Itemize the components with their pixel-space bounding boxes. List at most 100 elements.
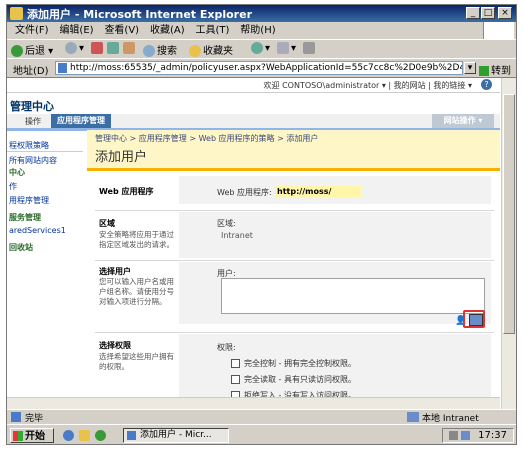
- refresh-icon: [107, 42, 119, 54]
- zone-field-label: 区域:: [217, 219, 236, 228]
- tray-volume-icon[interactable]: [461, 431, 470, 440]
- minimize-button[interactable]: _: [466, 7, 480, 19]
- perms-section-label: 选择权限: [99, 341, 131, 350]
- site-actions-menu[interactable]: 网站操作 ▾: [432, 114, 494, 128]
- maximize-button[interactable]: □: [481, 7, 495, 19]
- webapp-selector[interactable]: http://moss/: [275, 186, 361, 197]
- menu-file[interactable]: 文件(F): [15, 22, 49, 39]
- nav-item-recycle-bin[interactable]: 回收站: [9, 242, 33, 253]
- quicklaunch-ie-icon[interactable]: [63, 430, 74, 441]
- taskbar-task-label: 添加用户 - Micr...: [140, 430, 212, 440]
- status-bar: 完毕 本地 Intranet: [7, 409, 516, 424]
- top-nav-tabs: 操作 应用程序管理 网站操作 ▾: [7, 114, 500, 131]
- zone-section-label: 区域: [99, 219, 115, 228]
- tab-application-management[interactable]: 应用程序管理: [51, 114, 111, 128]
- menu-help[interactable]: 帮助(H): [240, 22, 275, 39]
- nav-divider: [7, 151, 83, 152]
- people-picker-input[interactable]: [221, 278, 485, 314]
- perm-full-read-label: 完全读取 - 具有只读访问权限。: [244, 375, 356, 384]
- address-bar: 地址(D) http://moss:65535/_admin/policyuse…: [7, 58, 516, 78]
- intranet-zone-icon: [407, 412, 419, 422]
- start-label: 开始: [25, 431, 45, 442]
- site-title[interactable]: 管理中心: [10, 98, 54, 114]
- page-done-icon: [11, 412, 21, 422]
- quicklaunch-media-icon[interactable]: [95, 430, 106, 441]
- forward-button[interactable]: ▾: [65, 42, 84, 54]
- address-url: http://moss:65535/_admin/policyuser.aspx…: [70, 63, 462, 73]
- section-divider: [95, 260, 494, 261]
- nav-item-web-policy[interactable]: 程权限策略: [9, 140, 49, 151]
- search-label: 搜索: [157, 46, 177, 57]
- scroll-thumb[interactable]: [503, 94, 515, 334]
- nav-item-all-site-content[interactable]: 所有网站内容: [9, 155, 57, 166]
- forward-arrow-icon: [65, 42, 77, 54]
- back-arrow-icon: [11, 45, 23, 57]
- ie-window: 添加用户 - Microsoft Internet Explorer _ □ ×…: [6, 4, 517, 445]
- favorites-label: 收藏夹: [203, 46, 233, 57]
- zone-value: Intranet: [221, 231, 253, 240]
- favorites-button[interactable]: 收藏夹: [189, 42, 233, 57]
- menu-view[interactable]: 查看(V): [104, 22, 139, 39]
- search-icon: [143, 45, 155, 57]
- top-link-strip: 欢迎 CONTOSO\administrator ▾ | 我的网站 | 我的链接…: [7, 78, 500, 93]
- nav-heading-central[interactable]: 中心: [9, 167, 25, 178]
- taskbar-ie-icon: [127, 431, 136, 440]
- quicklaunch-folder-icon[interactable]: [79, 430, 90, 441]
- breadcrumb[interactable]: 管理中心 > 应用程序管理 > Web 应用程序的策略 > 添加用户: [95, 133, 318, 144]
- nav-item-operations[interactable]: 作: [9, 181, 17, 192]
- start-button[interactable]: 开始: [10, 428, 54, 443]
- standard-toolbar: 后退 ▾ ▾ 搜索 收藏夹 ▾ ▾: [7, 39, 516, 59]
- address-input[interactable]: http://moss:65535/_admin/policyuser.aspx…: [55, 61, 463, 75]
- home-button[interactable]: [123, 42, 137, 54]
- print-button[interactable]: [303, 42, 317, 54]
- history-button[interactable]: ▾: [251, 42, 270, 54]
- nav-heading-services[interactable]: 服务管理: [9, 212, 41, 223]
- page-viewport: 欢迎 CONTOSO\administrator ▾ | 我的网站 | 我的链接…: [7, 77, 516, 410]
- nav-item-app-management[interactable]: 用程序管理: [9, 195, 49, 206]
- star-icon: [189, 45, 201, 57]
- users-description: 您可以输入用户名或用户组名称。请使用分号对输入项进行分隔。: [99, 277, 174, 306]
- taskbar: 开始 添加用户 - Micr... 17:37: [7, 424, 516, 444]
- stop-button[interactable]: [91, 42, 105, 54]
- header-accent-line: [87, 168, 500, 171]
- windows-flag-icon: [13, 431, 23, 441]
- print-icon: [303, 42, 315, 54]
- go-button[interactable]: 转到: [479, 62, 511, 77]
- perms-field-label: 权限:: [217, 343, 236, 352]
- section-divider: [95, 332, 494, 333]
- nav-item-shared-services[interactable]: aredServices1: [9, 226, 66, 235]
- menu-favorites[interactable]: 收藏(A): [150, 22, 185, 39]
- security-zone-text: 本地 Intranet: [422, 414, 479, 424]
- taskbar-ie-window[interactable]: 添加用户 - Micr...: [123, 428, 229, 443]
- mail-icon: [277, 42, 289, 54]
- help-icon[interactable]: ?: [481, 79, 492, 90]
- checkbox-icon: [231, 375, 240, 384]
- address-dropdown-button[interactable]: ▾: [464, 62, 476, 74]
- clock: 17:37: [478, 430, 507, 441]
- tray-network-icon[interactable]: [449, 431, 458, 440]
- refresh-button[interactable]: [107, 42, 121, 54]
- title-bar: 添加用户 - Microsoft Internet Explorer _ □ ×: [7, 5, 516, 22]
- perm-full-read-checkbox[interactable]: 完全读取 - 具有只读访问权限。: [231, 374, 356, 385]
- stop-icon: [91, 42, 103, 54]
- webapp-field-label: Web 应用程序:: [217, 188, 272, 197]
- history-icon: [251, 42, 263, 54]
- back-button[interactable]: 后退 ▾: [11, 42, 53, 57]
- page-icon: [58, 63, 67, 73]
- mail-button[interactable]: ▾: [277, 42, 296, 54]
- webapp-section-label: Web 应用程序: [99, 187, 154, 196]
- tab-operations[interactable]: 操作: [25, 116, 41, 127]
- menu-edit[interactable]: 编辑(E): [59, 22, 93, 39]
- welcome-menu[interactable]: 欢迎 CONTOSO\administrator ▾ | 我的网站 | 我的链接…: [264, 80, 472, 91]
- highlight-annotation: [463, 310, 485, 328]
- vertical-scrollbar[interactable]: [501, 78, 516, 410]
- perm-full-control-checkbox[interactable]: 完全控制 - 拥有完全控制权限。: [231, 358, 356, 369]
- zone-description: 安全策略将应用于通过指定区域发出的请求。: [99, 230, 174, 249]
- search-button[interactable]: 搜索: [143, 42, 177, 57]
- close-button[interactable]: ×: [498, 7, 512, 19]
- checkbox-icon: [231, 359, 240, 368]
- perms-description: 选择希望这些用户拥有的权限。: [99, 352, 174, 371]
- page-header: 管理中心 > 应用程序管理 > Web 应用程序的策略 > 添加用户 添加用户: [87, 130, 500, 168]
- menu-tools[interactable]: 工具(T): [196, 22, 230, 39]
- users-section-label: 选择用户: [99, 267, 131, 276]
